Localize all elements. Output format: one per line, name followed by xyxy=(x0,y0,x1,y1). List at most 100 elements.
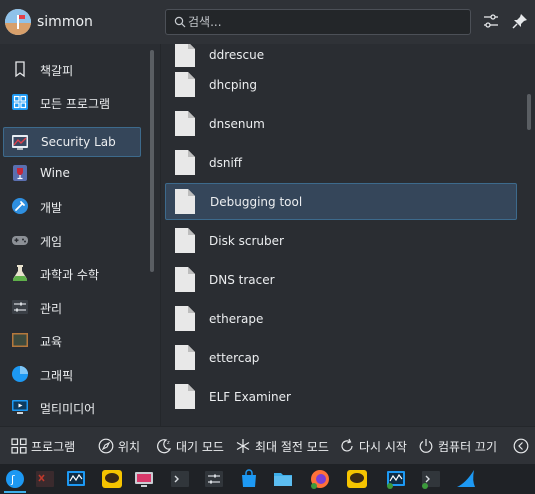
list-item-label: dnsenum xyxy=(209,117,265,131)
sidebar-item-label: 모든 프로그램 xyxy=(40,97,111,111)
username: simmon xyxy=(37,14,93,30)
sidebar-item-label: 개발 xyxy=(40,201,63,215)
list-item[interactable]: ELF Examiner xyxy=(165,378,517,415)
sliders-icon[interactable] xyxy=(482,12,500,30)
list-item[interactable]: dnsenum xyxy=(165,105,517,142)
store-icon[interactable] xyxy=(237,467,261,491)
flask-icon xyxy=(13,265,27,281)
list-item-label: ettercap xyxy=(209,351,260,365)
sidebar-item-development[interactable]: 개발 xyxy=(3,191,141,221)
hibernate-label: 최대 절전 모드 xyxy=(255,440,329,454)
list-item[interactable]: dhcping xyxy=(165,66,517,103)
programs-label: 프로그램 xyxy=(31,440,76,454)
search-input[interactable] xyxy=(188,14,458,30)
restart-label: 다시 시작 xyxy=(359,440,407,454)
shutdown-button[interactable]: 컴퓨터 끄기 xyxy=(418,437,498,455)
sidebar-item-games[interactable]: 게임 xyxy=(3,225,141,255)
sidebar-item-bookmarks[interactable]: 책갈피 xyxy=(3,54,141,84)
gamepad-icon xyxy=(12,236,28,245)
sidebar-scrollbar[interactable] xyxy=(150,50,154,272)
sidebar-item-label: 교육 xyxy=(40,335,63,349)
svg-text:z: z xyxy=(167,440,170,446)
firefox-icon[interactable] xyxy=(308,467,332,491)
sleep-button[interactable]: z 대기 모드 xyxy=(156,437,226,455)
places-label: 위치 xyxy=(118,440,141,454)
search-box[interactable] xyxy=(165,9,471,35)
list-item-label: dhcping xyxy=(209,78,257,92)
sidebar-item-label: 책갈피 xyxy=(40,64,74,78)
system-monitor-icon-2[interactable] xyxy=(384,467,408,491)
file-icon xyxy=(175,44,195,67)
list-item-label: ddrescue xyxy=(209,48,265,62)
list-item-label: DNS tracer xyxy=(209,273,275,287)
file-icon xyxy=(175,228,195,253)
bookmark-icon xyxy=(15,61,25,78)
moon-icon: z xyxy=(157,439,172,454)
list-item[interactable]: dsniff xyxy=(165,144,517,181)
system-monitor-icon[interactable] xyxy=(64,467,88,491)
sidebar-item-science-math[interactable]: 과학과 수학 xyxy=(3,258,141,288)
leave-menu-button[interactable] xyxy=(513,437,529,455)
shutdown-label: 컴퓨터 끄기 xyxy=(438,440,498,454)
sidebar-item-security-lab[interactable]: Security Lab xyxy=(3,127,141,157)
sidebar-item-label: 그래픽 xyxy=(40,369,74,383)
list-item[interactable]: Disk scruber xyxy=(165,222,517,259)
sidebar-item-multimedia[interactable]: 멀티미디어 xyxy=(3,392,141,422)
terminal-red-icon[interactable] xyxy=(33,467,57,491)
restart-button[interactable]: 다시 시작 xyxy=(339,437,407,455)
application-launcher: simmon 책갈피 xyxy=(0,0,535,494)
taskbar: ʃ xyxy=(0,464,535,494)
list-item-label: etherape xyxy=(209,312,264,326)
sidebar-item-label: 멀티미디어 xyxy=(40,402,96,416)
category-sidebar: 책갈피 모든 프로그램 Security Lab Wine 개발 게임 과학과 … xyxy=(0,44,146,426)
kde-launcher-icon[interactable]: ʃ xyxy=(3,467,27,491)
chat-bubble-icon[interactable] xyxy=(100,467,124,491)
list-item-label: Debugging tool xyxy=(210,195,303,209)
restart-icon xyxy=(341,438,353,452)
grid-icon xyxy=(11,438,27,454)
sidebar-item-administration[interactable]: 관리 xyxy=(3,292,141,322)
sidebar-item-education[interactable]: 교육 xyxy=(3,325,141,355)
sidebar-item-label: 과학과 수학 xyxy=(40,268,100,282)
file-icon xyxy=(175,384,195,409)
hibernate-button[interactable]: 최대 절전 모드 xyxy=(235,437,329,455)
search-icon xyxy=(174,16,186,28)
chevron-left-circle-icon xyxy=(513,438,529,454)
list-item-label: ELF Examiner xyxy=(209,390,291,404)
grid-icon xyxy=(12,94,28,110)
file-icon xyxy=(175,345,195,370)
application-list: ddrescue dhcping dnsenum dsniff Debuggin… xyxy=(161,44,535,426)
programs-button[interactable]: 프로그램 xyxy=(11,437,81,455)
file-icon xyxy=(175,72,195,97)
active-task-indicator xyxy=(4,491,26,493)
list-item-label: dsniff xyxy=(209,156,243,170)
terminal-icon-2[interactable] xyxy=(419,467,443,491)
multimedia-icon xyxy=(12,400,28,414)
list-item[interactable]: DNS tracer xyxy=(165,261,517,298)
list-item-selected[interactable]: Debugging tool xyxy=(165,183,517,220)
graphics-icon xyxy=(12,366,28,382)
file-icon xyxy=(175,189,195,214)
avatar[interactable] xyxy=(5,9,31,35)
file-icon xyxy=(175,306,195,331)
terminal-icon[interactable] xyxy=(168,467,192,491)
sidebar-item-label: Wine xyxy=(40,166,70,180)
folder-icon[interactable] xyxy=(271,467,295,491)
chat-bubble-icon-2[interactable] xyxy=(345,467,369,491)
sidebar-item-graphics[interactable]: 그래픽 xyxy=(3,359,141,389)
wireshark-icon[interactable] xyxy=(454,467,478,491)
settings-sliders-icon xyxy=(12,300,28,314)
list-item-label: Disk scruber xyxy=(209,234,284,248)
list-item[interactable]: etherape xyxy=(165,300,517,337)
sliders-app-icon[interactable] xyxy=(202,467,226,491)
list-item[interactable]: ettercap xyxy=(165,339,517,376)
sidebar-item-wine[interactable]: Wine xyxy=(3,158,141,188)
power-icon xyxy=(419,439,433,453)
list-scrollbar[interactable] xyxy=(527,94,531,130)
security-lab-icon xyxy=(12,135,28,150)
places-button[interactable]: 위치 xyxy=(98,437,144,455)
display-icon[interactable] xyxy=(132,467,156,491)
sidebar-item-label: Security Lab xyxy=(41,135,116,149)
pin-icon[interactable] xyxy=(511,12,529,30)
sidebar-item-all-programs[interactable]: 모든 프로그램 xyxy=(3,87,141,117)
